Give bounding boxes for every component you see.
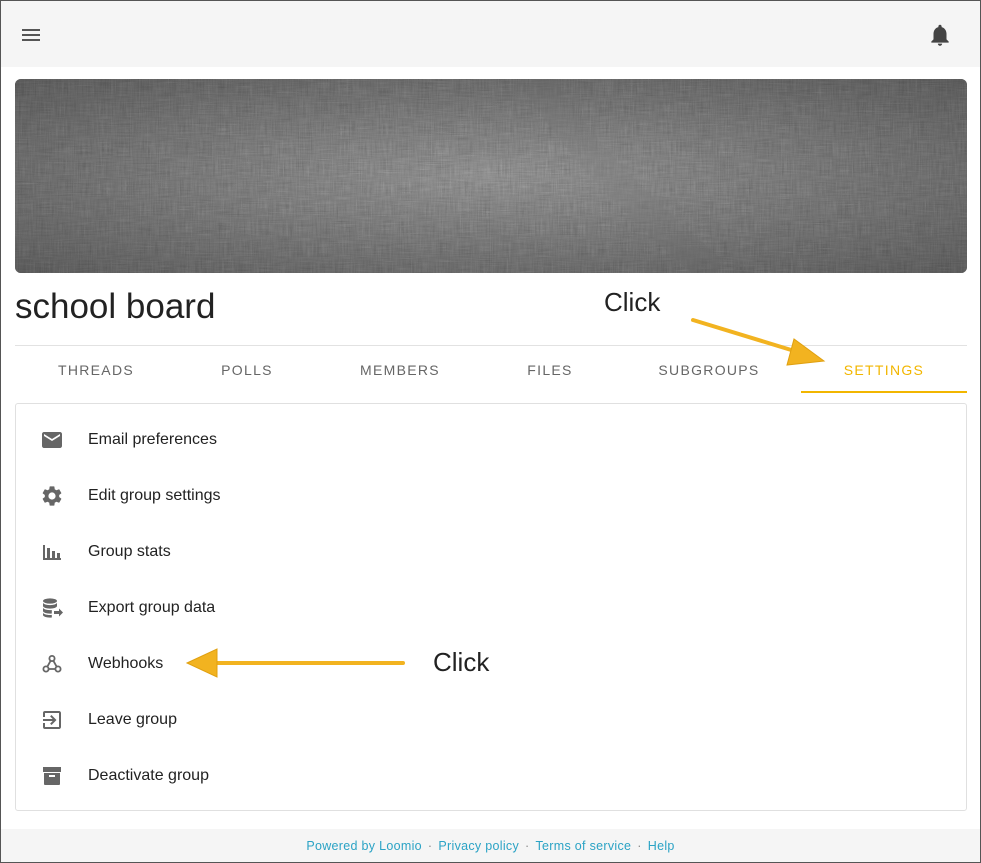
menu-item-label: Edit group settings — [88, 487, 221, 504]
tab-files[interactable]: FILES — [483, 346, 617, 394]
menu-item-export-group-data[interactable]: Export group data — [16, 580, 966, 636]
footer: Powered by Loomio · Privacy policy · Terms o… — [1, 829, 980, 862]
tab-subgroups[interactable]: SUBGROUPS — [617, 346, 801, 394]
app-window: school board THREADS POLLS MEMBERS FILES… — [0, 0, 981, 863]
hamburger-icon — [22, 29, 40, 41]
menu-item-label: Leave group — [88, 711, 177, 728]
bell-icon — [931, 24, 949, 46]
menu-item-group-stats[interactable]: Group stats — [16, 524, 966, 580]
help-link[interactable]: Help — [648, 839, 675, 853]
tab-settings[interactable]: SETTINGS — [801, 346, 967, 394]
menu-item-label: Email preferences — [88, 431, 217, 448]
terms-of-service-link[interactable]: Terms of service — [535, 839, 631, 853]
archive-icon — [40, 764, 64, 788]
top-bar — [1, 1, 980, 67]
group-page: school board THREADS POLLS MEMBERS FILES… — [1, 67, 980, 829]
gear-icon — [40, 484, 64, 508]
active-tab-indicator — [801, 391, 967, 393]
group-cover-image — [15, 79, 967, 273]
menu-item-webhooks[interactable]: Webhooks — [16, 636, 966, 692]
menu-item-label: Group stats — [88, 543, 171, 560]
menu-item-label: Webhooks — [88, 655, 164, 672]
footer-separator: · — [525, 839, 530, 853]
tab-members[interactable]: MEMBERS — [317, 346, 483, 394]
tab-threads[interactable]: THREADS — [15, 346, 177, 394]
group-tabs: THREADS POLLS MEMBERS FILES SUBGROUPS SE… — [15, 346, 967, 394]
webhook-icon — [40, 652, 64, 676]
menu-item-label: Deactivate group — [88, 767, 209, 784]
menu-item-leave-group[interactable]: Leave group — [16, 692, 966, 748]
exit-icon — [40, 708, 64, 732]
footer-separator: · — [637, 839, 642, 853]
bar-chart-icon — [40, 540, 64, 564]
tab-polls[interactable]: POLLS — [177, 346, 317, 394]
hamburger-menu-button[interactable] — [19, 23, 43, 47]
privacy-policy-link[interactable]: Privacy policy — [438, 839, 519, 853]
notifications-button[interactable] — [927, 22, 953, 48]
menu-item-edit-group-settings[interactable]: Edit group settings — [16, 468, 966, 524]
powered-by-link[interactable]: Powered by Loomio — [306, 839, 422, 853]
email-icon — [40, 428, 64, 452]
annotation-click-webhooks: Click — [433, 647, 490, 677]
footer-separator: · — [427, 839, 433, 853]
settings-menu: Email preferences Edit group settings Gr… — [15, 403, 967, 811]
menu-item-deactivate-group[interactable]: Deactivate group — [16, 748, 966, 804]
database-export-icon — [40, 596, 64, 620]
menu-item-email-preferences[interactable]: Email preferences — [16, 412, 966, 468]
menu-item-label: Export group data — [88, 599, 216, 616]
group-title: school board — [15, 287, 216, 326]
annotation-click-settings: Click — [604, 287, 661, 317]
